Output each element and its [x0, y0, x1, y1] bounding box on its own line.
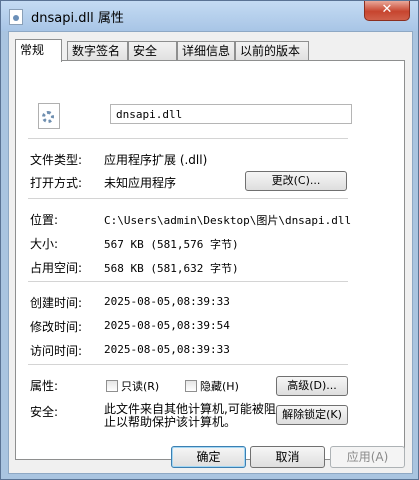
attributes-label: 属性: [30, 379, 59, 393]
apply-button[interactable]: 应用(A) [330, 446, 405, 468]
general-panel: dnsapi.dll 文件类型: 应用程序扩展 (.dll) 打开方式: 未知应… [15, 60, 405, 460]
readonly-checkbox[interactable] [106, 380, 118, 392]
open-with-value: 未知应用程序 [104, 176, 177, 190]
accessed-label: 访问时间: [30, 344, 83, 358]
close-icon: ✕ [381, 2, 393, 17]
separator [28, 281, 348, 283]
security-message: 此文件来自其他计算机,可能被阻止以帮助保护该计算机。 [104, 402, 276, 429]
location-label: 位置: [30, 213, 59, 227]
readonly-label[interactable]: 只读(R) [121, 378, 159, 394]
size-on-disk-value: 568 KB (581,632 字节) [104, 262, 239, 275]
close-button[interactable]: ✕ [364, 1, 410, 21]
size-on-disk-label: 占用空间: [30, 261, 83, 275]
modified-label: 修改时间: [30, 320, 83, 334]
tab-digital-signature[interactable]: 数字签名 [67, 41, 128, 60]
tab-general[interactable]: 常规 [15, 39, 62, 62]
size-value: 567 KB (581,576 字节) [104, 238, 239, 251]
dialog-client: 常规 数字签名 安全 详细信息 以前的版本 dnsapi.dll 文件类型: 应… [8, 31, 413, 474]
unblock-button[interactable]: 解除锁定(K) [276, 405, 348, 425]
accessed-value: 2025-08-05,08:39:33 [104, 343, 230, 356]
separator [28, 198, 348, 200]
separator [28, 138, 348, 140]
security-label: 安全: [30, 405, 59, 419]
advanced-button[interactable]: 高级(D)... [276, 376, 348, 396]
hidden-checkbox[interactable] [185, 380, 197, 392]
file-type-label: 文件类型: [30, 153, 83, 167]
tab-security[interactable]: 安全 [128, 41, 177, 60]
file-name-field[interactable]: dnsapi.dll [110, 104, 352, 124]
file-icon [9, 9, 23, 25]
separator [28, 364, 348, 366]
hidden-label[interactable]: 隐藏(H) [200, 378, 239, 394]
open-with-label: 打开方式: [30, 176, 83, 190]
properties-window: dnsapi.dll 属性 ✕ 常规 数字签名 安全 详细信息 以前的版本 dn… [0, 0, 419, 480]
tab-details[interactable]: 详细信息 [177, 41, 235, 60]
created-label: 创建时间: [30, 296, 83, 310]
cancel-button[interactable]: 取消 [250, 446, 325, 468]
gear-icon [42, 111, 54, 123]
file-type-value: 应用程序扩展 (.dll) [104, 153, 208, 167]
size-label: 大小: [30, 237, 59, 251]
created-value: 2025-08-05,08:39:33 [104, 295, 230, 308]
window-title: dnsapi.dll 属性 [31, 11, 124, 26]
dll-file-icon [38, 103, 60, 129]
change-button[interactable]: 更改(C)... [245, 171, 347, 191]
tab-previous-versions[interactable]: 以前的版本 [235, 41, 309, 60]
location-value: C:\Users\admin\Desktop\图片\dnsapi.dll [104, 214, 352, 227]
ok-button[interactable]: 确定 [171, 446, 246, 468]
title-bar[interactable]: dnsapi.dll 属性 ✕ [1, 1, 418, 31]
modified-value: 2025-08-05,08:39:54 [104, 319, 230, 332]
